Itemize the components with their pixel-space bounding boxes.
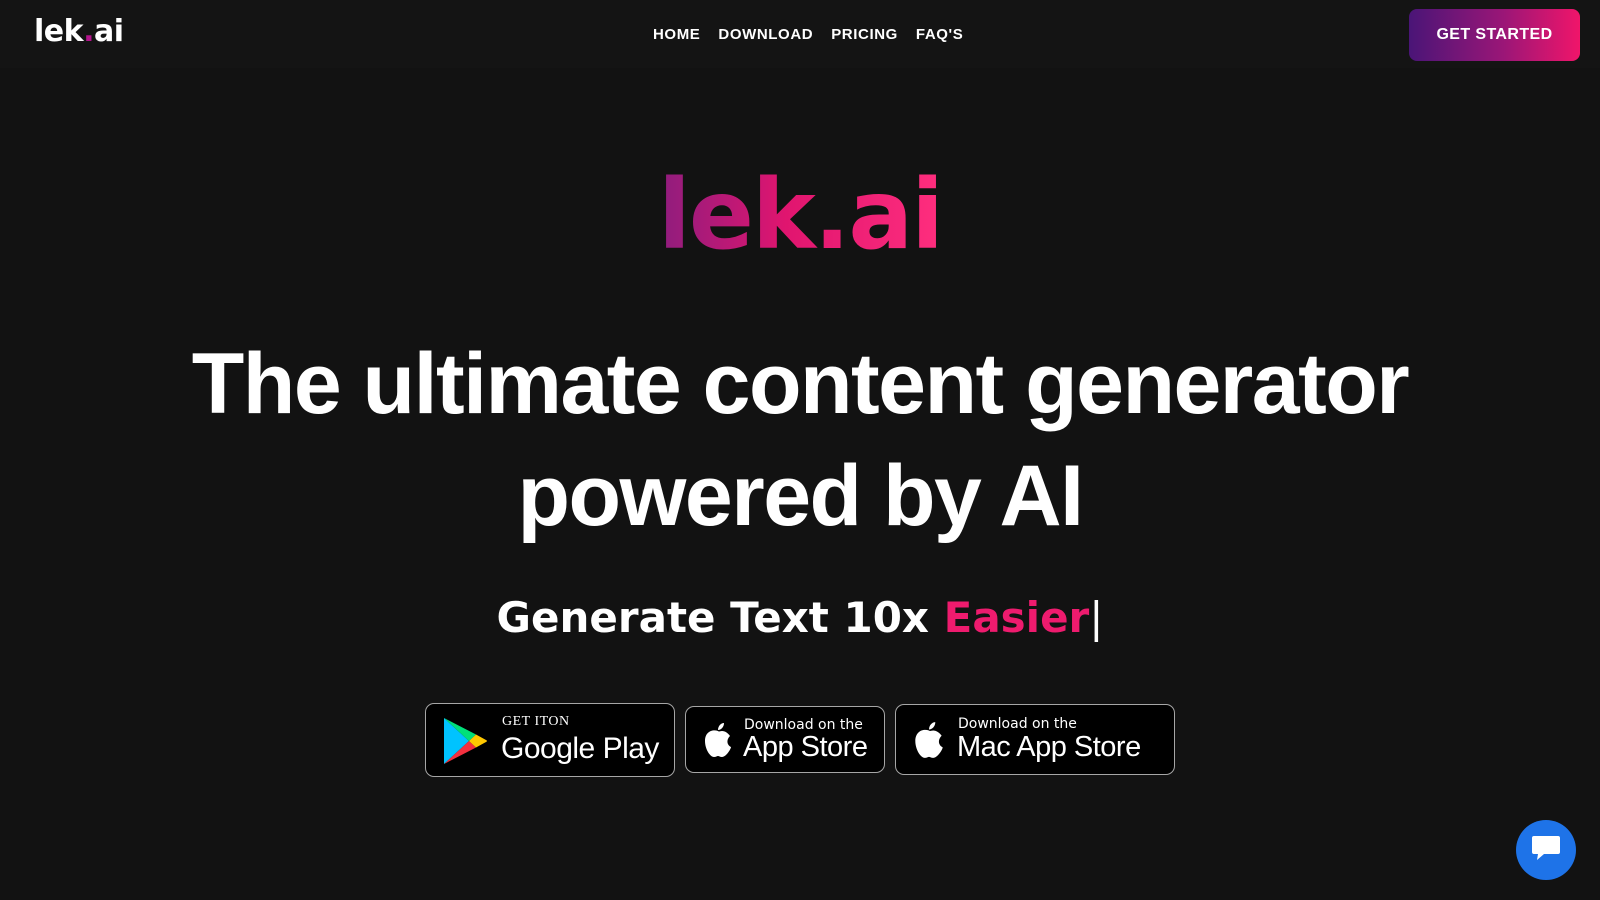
google-play-badge[interactable]: GET ITON Google Play [425,703,675,777]
hero-headline-line-1: The ultimate content generator [191,336,1410,432]
mac-app-store-badge[interactable]: Download on the Mac App Store [895,704,1175,775]
site-logo[interactable]: lek.ai [34,14,124,50]
hero-brand-text: lek.ai [657,159,944,271]
hero-headline-line-2: powered by AI [517,448,1084,544]
apple-icon [702,721,734,763]
nav-item-pricing[interactable]: PRICING [831,25,898,45]
main-nav: HOME DOWNLOAD PRICING FAQ'S [653,25,963,45]
logo-dot: . [83,14,94,49]
chat-bubble-icon [1530,834,1562,866]
logo-text-tail: ai [94,14,124,49]
top-navigation-bar: lek.ai HOME DOWNLOAD PRICING FAQ'S GET S… [0,0,1600,68]
subline-prefix: Generate Text 10x [496,593,944,642]
nav-item-download[interactable]: DOWNLOAD [718,25,813,45]
google-play-icon [442,716,488,770]
nav-item-home[interactable]: HOME [653,25,700,45]
typing-caret: | [1089,593,1104,642]
app-store-big-text: App Store [743,731,868,763]
hero-headline: The ultimate content generator powered b… [0,328,1600,552]
google-play-small-text: GET ITON [502,714,570,729]
subline-accent-word: Easier [943,593,1090,642]
hero-brand-logo: lek.ai [0,160,1600,270]
logo-text-main: lek [34,14,84,49]
get-started-button[interactable]: GET STARTED [1409,9,1580,61]
apple-icon [912,720,946,764]
chat-widget-button[interactable] [1516,820,1576,880]
mac-app-store-small-text: Download on the [958,716,1077,732]
google-play-big-text: Google Play [501,732,659,765]
nav-item-faqs[interactable]: FAQ'S [916,25,963,45]
mac-app-store-big-text: Mac App Store [957,731,1141,763]
app-store-badge[interactable]: Download on the App Store [685,706,885,773]
hero-typing-subline: Generate Text 10x Easier| [0,592,1600,644]
